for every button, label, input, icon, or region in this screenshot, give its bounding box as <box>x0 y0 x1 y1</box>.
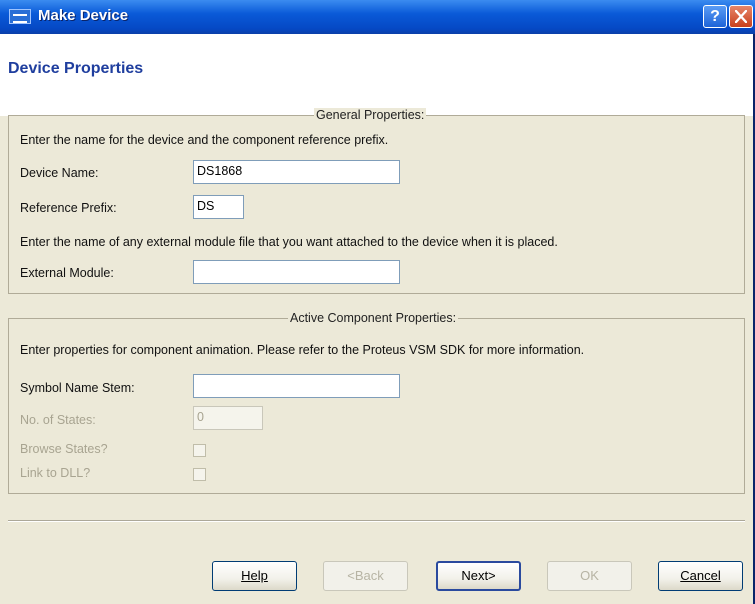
active-intro-text: Enter properties for component animation… <box>20 343 585 357</box>
states-label: No. of States: <box>20 413 96 427</box>
make-device-dialog: Make Device ? Device Properties General … <box>0 0 755 604</box>
window-title: Make Device <box>38 7 129 24</box>
symbol-name-stem-label: Symbol Name Stem: <box>20 381 135 395</box>
next-button-label: Next> <box>461 568 496 583</box>
external-module-intro-text: Enter the name of any external module fi… <box>20 235 558 249</box>
general-intro-text: Enter the name for the device and the co… <box>20 133 389 147</box>
app-icon <box>9 9 31 24</box>
title-bar[interactable]: Make Device ? <box>0 0 755 34</box>
browse-states-checkbox[interactable] <box>193 444 206 457</box>
symbol-name-stem-field[interactable] <box>193 374 400 398</box>
browse-states-label: Browse States? <box>20 442 108 456</box>
button-separator <box>8 520 745 522</box>
reference-prefix-label: Reference Prefix: <box>20 201 117 215</box>
device-name-field[interactable]: DS1868 <box>193 160 400 184</box>
cancel-button-label: Cancel <box>680 568 721 583</box>
header-panel: Device Properties <box>0 34 753 116</box>
close-icon <box>735 10 747 23</box>
next-button[interactable]: Next> <box>436 561 521 591</box>
cancel-button[interactable]: Cancel <box>658 561 743 591</box>
device-name-label: Device Name: <box>20 166 99 180</box>
back-button-label: <Back <box>347 568 384 583</box>
ok-button-label: OK <box>580 568 599 583</box>
question-icon: ? <box>710 8 720 25</box>
general-properties-legend: General Properties: <box>314 108 427 122</box>
help-button-label: Help <box>241 568 268 583</box>
close-button[interactable] <box>729 5 753 28</box>
help-title-button[interactable]: ? <box>703 5 727 28</box>
link-dll-label: Link to DLL? <box>20 466 91 480</box>
external-module-field[interactable] <box>193 260 400 284</box>
external-module-label: External Module: <box>20 266 114 280</box>
states-field[interactable]: 0 <box>193 406 263 430</box>
ok-button[interactable]: OK <box>547 561 632 591</box>
help-button[interactable]: Help <box>212 561 297 591</box>
active-component-legend: Active Component Properties: <box>288 311 459 325</box>
link-dll-checkbox[interactable] <box>193 468 206 481</box>
page-title: Device Properties <box>8 60 144 77</box>
reference-prefix-field[interactable]: DS <box>193 195 244 219</box>
back-button[interactable]: <Back <box>323 561 408 591</box>
